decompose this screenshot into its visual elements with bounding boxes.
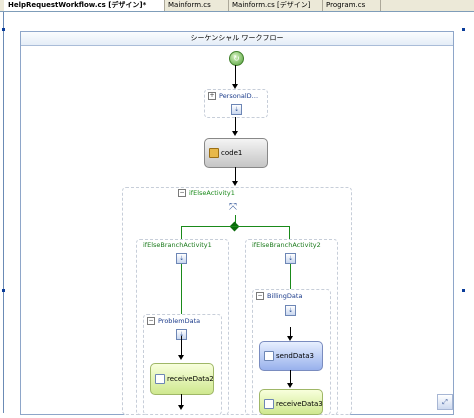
- drop-target-icon: ⇣: [176, 253, 187, 264]
- connector-line: [181, 336, 182, 356]
- selection-border-line: [3, 12, 4, 413]
- connector-line: [290, 264, 291, 289]
- branch1-label: ifElseBranchActivity1: [143, 241, 212, 249]
- personal-data-activity[interactable]: + PersonalD… ⇣: [204, 89, 268, 118]
- code1-activity[interactable]: code1: [204, 138, 268, 168]
- drop-target-icon: ⇣: [285, 305, 296, 316]
- ifelse-label: ifElseActivity1: [189, 189, 235, 197]
- collapse-icon[interactable]: −: [256, 292, 264, 300]
- connector-arrow: [287, 383, 293, 388]
- connector-line: [235, 117, 236, 132]
- resize-handle-top-right[interactable]: [462, 28, 465, 31]
- pan-zoom-icon[interactable]: ⤢: [437, 394, 453, 410]
- connector-line: [181, 264, 182, 314]
- billingdata-label: BillingData: [267, 292, 303, 300]
- collapse-icon[interactable]: −: [178, 189, 186, 197]
- tab-program-code[interactable]: Program.cs: [322, 0, 381, 11]
- personal-data-label: PersonalD…: [219, 92, 259, 100]
- connector-arrow: [232, 181, 238, 186]
- receivedata2-activity[interactable]: receiveData2: [150, 363, 214, 395]
- senddata3-label: sendData3: [276, 352, 315, 360]
- workflow-title: シーケンシャル ワークフロー: [21, 32, 453, 46]
- branch-connector: [181, 226, 182, 240]
- problemdata-label: ProblemData: [158, 317, 201, 325]
- expand-icon[interactable]: +: [208, 92, 216, 100]
- senddata3-activity[interactable]: sendData3: [259, 341, 323, 371]
- connector-arrow: [232, 131, 238, 136]
- ifelse-icon: ⤧: [229, 202, 237, 213]
- resize-handle-mid-left[interactable]: [2, 289, 5, 292]
- connector-arrow: [178, 405, 184, 410]
- receivedata2-label: receiveData2: [167, 375, 214, 383]
- connector-line: [290, 370, 291, 384]
- resize-handle-top-left[interactable]: [2, 28, 5, 31]
- connector-line: [235, 167, 236, 182]
- receivedata3-label: receiveData3: [276, 400, 323, 408]
- branch-connector: [181, 226, 289, 227]
- branch-connector: [289, 226, 290, 240]
- document-tab-bar: HelpRequestWorkflow.cs [デザイン]* Mainform.…: [0, 0, 474, 12]
- resize-handle-mid-right[interactable]: [462, 289, 465, 292]
- drop-target-icon: ⇣: [231, 104, 242, 115]
- drop-target-icon: ⇣: [285, 253, 296, 264]
- receivedata3-activity[interactable]: receiveData3: [259, 389, 323, 415]
- tab-helprequestworkflow-design[interactable]: HelpRequestWorkflow.cs [デザイン]*: [4, 0, 165, 11]
- connector-arrow: [178, 355, 184, 360]
- collapse-icon[interactable]: −: [147, 317, 155, 325]
- send-activity-icon: [264, 351, 274, 361]
- code1-label: code1: [221, 149, 243, 157]
- code-activity-icon: [209, 148, 219, 158]
- branch2-label: ifElseBranchActivity2: [252, 241, 321, 249]
- tab-mainform-design[interactable]: Mainform.cs [デザイン]: [228, 0, 323, 11]
- connector-line: [235, 65, 236, 85]
- tab-mainform-code[interactable]: Mainform.cs: [164, 0, 229, 11]
- receive-activity-icon: [155, 374, 165, 384]
- receive-activity-icon: [264, 399, 274, 409]
- workflow-start-icon: ↻: [229, 51, 244, 66]
